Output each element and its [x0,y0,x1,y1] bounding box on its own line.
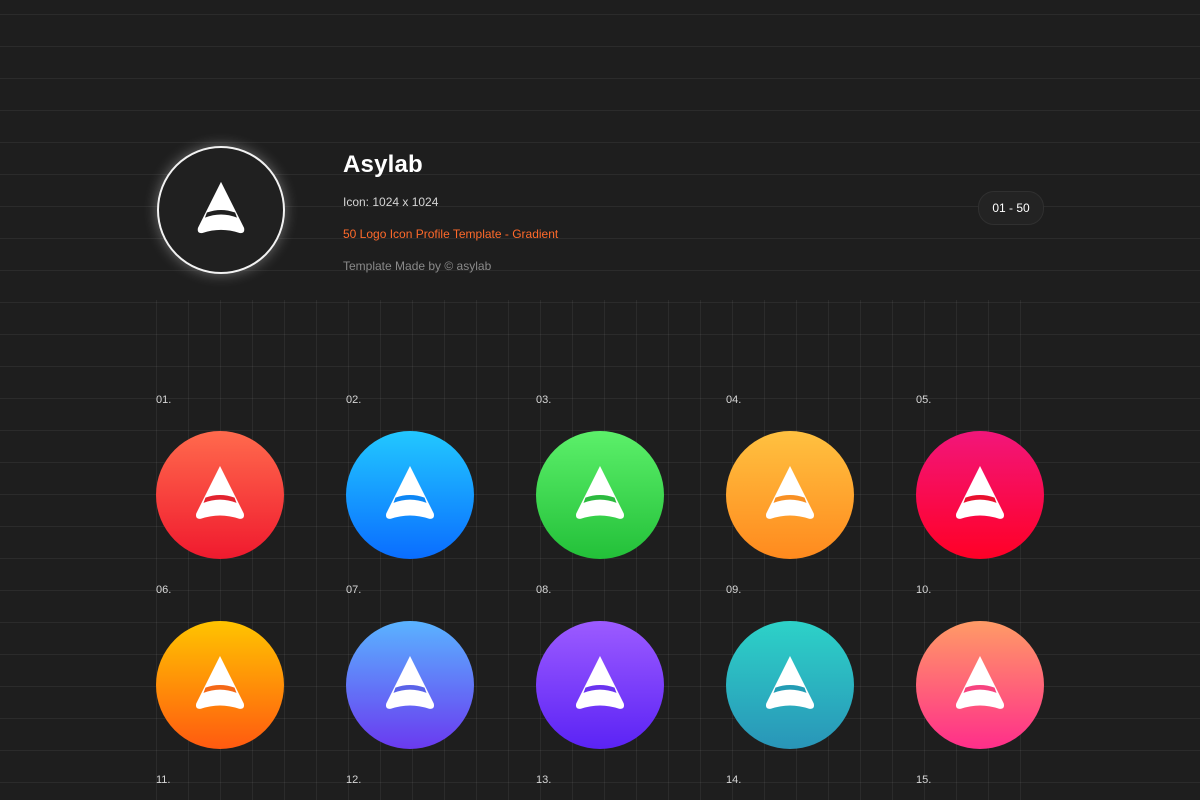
template-name-text: 50 Logo Icon Profile Template - Gradient [343,227,559,241]
icon-number-label: 10. [916,584,932,596]
range-badge: 01 - 50 [978,191,1044,225]
gradient-logo-icon[interactable] [726,621,854,749]
arrow-chevron-icon [386,465,434,519]
arrow-chevron-icon [386,655,434,709]
gradient-logo-icon[interactable] [916,431,1044,559]
arrow-chevron-icon [956,655,1004,709]
brand-title: Asylab [343,151,423,178]
gradient-logo-icon[interactable] [156,621,284,749]
gradient-logo-icon[interactable] [536,431,664,559]
icon-number-label: 06. [156,584,172,596]
arrow-chevron-icon [766,465,814,519]
icon-number-label: 07. [346,584,362,596]
gradient-logo-icon[interactable] [536,621,664,749]
icon-number-label: 04. [726,394,742,406]
gradient-logo-icon[interactable] [346,621,474,749]
icon-number-label: 03. [536,394,552,406]
icon-number-label: 13. [536,774,552,786]
arrow-chevron-icon [576,655,624,709]
icon-number-label: 14. [726,774,742,786]
arrow-chevron-icon [956,465,1004,519]
gradient-logo-icon[interactable] [156,431,284,559]
icon-number-label: 15. [916,774,932,786]
arrow-chevron-icon [196,465,244,519]
icon-number-label: 08. [536,584,552,596]
gradient-logo-icon[interactable] [346,431,474,559]
arrow-chevron-icon [576,465,624,519]
icon-number-label: 11. [156,774,171,786]
icon-number-label: 09. [726,584,742,596]
gradient-logo-icon[interactable] [726,431,854,559]
gradient-logo-icon[interactable] [916,621,1044,749]
credit-text: Template Made by © asylab [343,259,492,273]
arrow-chevron-icon [197,181,245,234]
icon-number-label: 05. [916,394,932,406]
arrow-chevron-icon [766,655,814,709]
arrow-chevron-icon [196,655,244,709]
icon-number-label: 02. [346,394,362,406]
icon-number-label: 12. [346,774,362,786]
icon-number-label: 01. [156,394,172,406]
hero-logo [157,146,285,274]
icon-size-text: Icon: 1024 x 1024 [343,195,439,209]
